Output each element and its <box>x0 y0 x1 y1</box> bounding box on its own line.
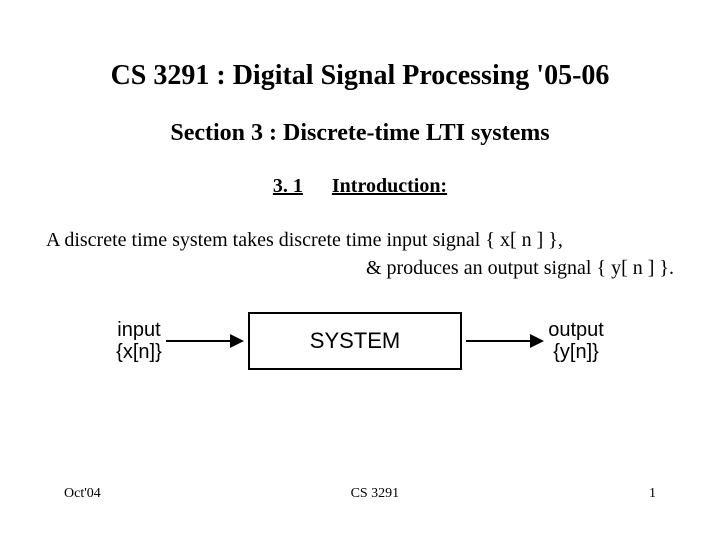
slide: CS 3291 : Digital Signal Processing '05-… <box>0 0 720 370</box>
input-label: input {x[n]} <box>116 319 162 363</box>
system-box: SYSTEM <box>248 312 462 370</box>
input-label-bottom: {x[n]} <box>116 341 162 363</box>
body-line-2: & produces an output signal { y[ n ] }. <box>46 254 674 282</box>
output-label-top: output <box>548 319 604 341</box>
section-title: Section 3 : Discrete-time LTI systems <box>40 120 680 147</box>
footer-page-number: 1 <box>649 486 656 502</box>
footer: Oct'04 CS 3291 1 <box>0 486 720 502</box>
subsection-heading: 3. 1 Introduction: <box>40 175 680 198</box>
system-diagram: input {x[n]} SYSTEM output {y[n]} <box>40 312 680 370</box>
body-line-1: A discrete time system takes discrete ti… <box>46 226 674 254</box>
arrow-right-icon <box>466 331 544 351</box>
input-label-top: input <box>116 319 162 341</box>
subsection-label: Introduction: <box>332 175 447 197</box>
footer-course: CS 3291 <box>351 486 400 502</box>
course-title: CS 3291 : Digital Signal Processing '05-… <box>40 60 680 92</box>
subsection-number: 3. 1 <box>273 175 303 197</box>
arrow-right-icon <box>166 331 244 351</box>
output-label-bottom: {y[n]} <box>548 341 604 363</box>
output-label: output {y[n]} <box>548 319 604 363</box>
body-paragraph: A discrete time system takes discrete ti… <box>40 226 680 282</box>
footer-date: Oct'04 <box>64 486 101 502</box>
